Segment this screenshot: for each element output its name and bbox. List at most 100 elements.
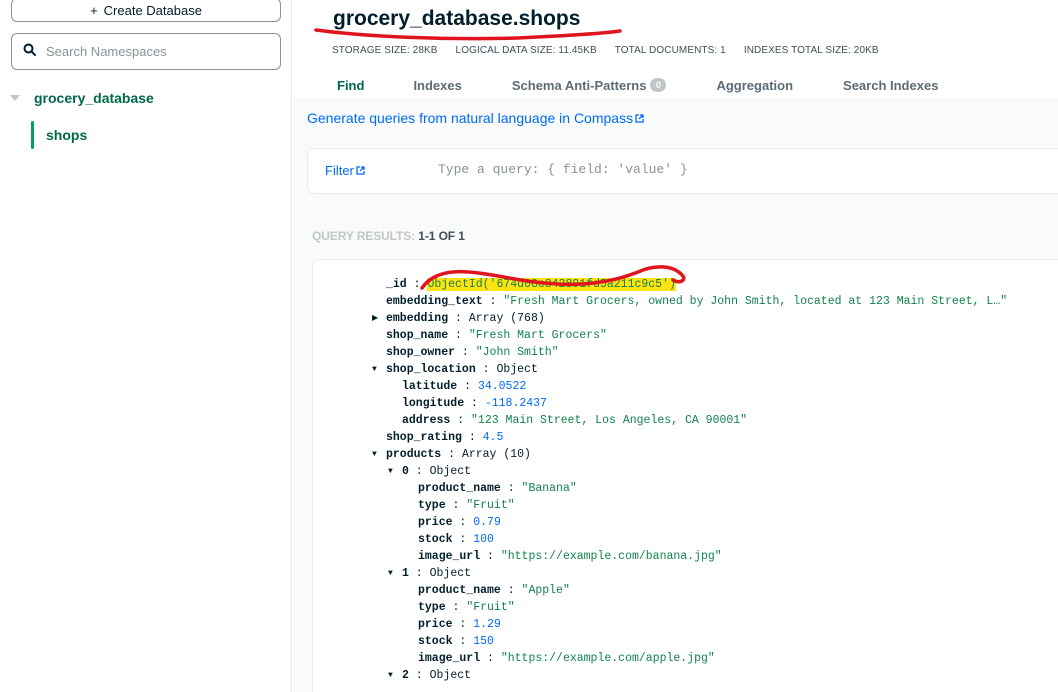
field-content: type : "Fruit" <box>418 497 515 514</box>
caret-down-icon[interactable]: ▼ <box>372 446 377 463</box>
document-field-row: stock : 100 <box>313 531 1058 548</box>
field-separator: : <box>452 516 474 529</box>
query-filter-input[interactable] <box>438 162 938 177</box>
generate-queries-link[interactable]: Generate queries from natural language i… <box>307 110 644 126</box>
field-separator: : <box>408 669 430 682</box>
field-content: image_url : "https://example.com/banana.… <box>418 548 722 565</box>
external-link-icon <box>635 110 644 126</box>
storage-size-stat: STORAGE SIZE: 28KB <box>332 45 438 56</box>
caret-right-icon[interactable]: ▶ <box>372 310 378 327</box>
document-field-row: stock : 150 <box>313 633 1058 650</box>
plus-icon: + <box>90 2 98 18</box>
caret-down-icon[interactable]: ▼ <box>372 361 377 378</box>
document-field-row: ▼ products : Array (10) <box>313 446 1058 463</box>
field-content: image_url : "https://example.com/apple.j… <box>418 650 715 667</box>
field-key: type <box>418 601 446 614</box>
count-badge: 0 <box>650 78 667 92</box>
field-key: latitude <box>402 380 458 393</box>
field-content: price : 1.29 <box>418 616 501 633</box>
external-link-icon <box>356 163 365 178</box>
field-key: longitude <box>402 397 465 410</box>
filter-link[interactable]: Filter <box>325 163 365 178</box>
create-database-button[interactable]: + Create Database <box>11 0 281 22</box>
field-content: price : 0.79 <box>418 514 501 531</box>
field-separator: : <box>455 346 476 359</box>
tab-find[interactable]: Find <box>337 73 364 97</box>
field-key: embedding <box>386 312 449 325</box>
tab-schema-anti-patterns[interactable]: Schema Anti-Patterns 0 <box>512 73 667 97</box>
field-content: product_name : "Banana" <box>418 480 577 497</box>
field-key: 0 <box>402 465 409 478</box>
field-content: 0 : Object <box>402 463 471 480</box>
collection-name: shops <box>46 127 88 143</box>
field-separator: : <box>500 482 522 495</box>
field-value: "123 Main Street, Los Angeles, CA 90001" <box>471 414 748 427</box>
filter-label: Filter <box>325 163 354 178</box>
document-fields: _id : ObjectId('674d08c342891fd5a211c9c5… <box>313 276 1058 684</box>
field-key: embedding_text <box>386 295 483 308</box>
caret-down-icon[interactable]: ▼ <box>388 463 393 480</box>
field-key: price <box>418 618 453 631</box>
field-value: -118.2437 <box>484 397 547 410</box>
generate-queries-label: Generate queries from natural language i… <box>307 110 634 126</box>
field-separator: : <box>448 329 469 342</box>
collection-tabs: Find Indexes Schema Anti-Patterns 0 Aggr… <box>308 73 938 97</box>
document-field-row: ▼ 0 : Object <box>313 463 1058 480</box>
field-value: 150 <box>473 635 494 648</box>
field-value: "Apple" <box>521 584 570 597</box>
namespace-search-box[interactable] <box>11 33 281 70</box>
namespace-search-input[interactable] <box>46 44 266 59</box>
field-content: shop_name : "Fresh Mart Grocers" <box>386 327 607 344</box>
field-separator: : <box>450 414 472 427</box>
field-content: products : Array (10) <box>386 446 531 463</box>
field-key: products <box>386 448 442 461</box>
field-value: 1.29 <box>473 618 501 631</box>
caret-down-icon[interactable]: ▼ <box>388 565 393 582</box>
document-field-row: product_name : "Apple" <box>313 582 1058 599</box>
field-key: shop_owner <box>386 346 456 359</box>
document-field-row: ▼ 1 : Object <box>313 565 1058 582</box>
red-annotation-underline <box>314 28 622 41</box>
results-count: 1-1 OF 1 <box>418 229 465 243</box>
chevron-down-icon[interactable] <box>10 95 20 101</box>
sidebar: + Create Database grocery_database shops <box>0 0 292 692</box>
tab-aggregation[interactable]: Aggregation <box>716 73 793 97</box>
field-content: shop_owner : "John Smith" <box>386 344 559 361</box>
field-key: shop_name <box>386 329 449 342</box>
document-field-row: shop_name : "Fresh Mart Grocers" <box>313 327 1058 344</box>
field-key: type <box>418 499 446 512</box>
field-content: stock : 100 <box>418 531 494 548</box>
field-key: 2 <box>402 669 409 682</box>
field-value: "Fruit" <box>466 499 515 512</box>
field-key: product_name <box>418 584 501 597</box>
field-value: Object <box>429 669 472 682</box>
field-key: shop_rating <box>386 431 462 444</box>
sidebar-item-collection[interactable]: shops <box>31 121 87 149</box>
create-database-label: Create Database <box>103 2 202 18</box>
field-content: 1 : Object <box>402 565 471 582</box>
document-field-row: type : "Fruit" <box>313 599 1058 616</box>
field-value: 34.0522 <box>477 380 527 393</box>
field-key: price <box>418 516 453 529</box>
indexes-size-stat: INDEXES TOTAL SIZE: 20KB <box>743 45 879 56</box>
field-separator: : <box>475 363 497 376</box>
field-key: image_url <box>418 550 481 563</box>
document-field-row: price : 1.29 <box>313 616 1058 633</box>
field-content: 2 : Object <box>402 667 471 684</box>
field-key: product_name <box>418 482 501 495</box>
field-key: image_url <box>418 652 481 665</box>
tab-search-indexes[interactable]: Search Indexes <box>843 73 938 97</box>
field-separator: : <box>482 295 504 308</box>
field-value: Object <box>429 567 472 580</box>
field-key: stock <box>418 533 453 546</box>
document-field-row: address : "123 Main Street, Los Angeles,… <box>313 412 1058 429</box>
field-separator: : <box>448 312 469 325</box>
caret-down-icon[interactable]: ▼ <box>388 667 393 684</box>
document-field-row: ▶ embedding : Array (768) <box>313 310 1058 327</box>
tab-indexes[interactable]: Indexes <box>413 73 461 97</box>
field-value: "Fresh Mart Grocers" <box>468 329 607 342</box>
field-content: stock : 150 <box>418 633 494 650</box>
field-content: shop_location : Object <box>386 361 538 378</box>
sidebar-item-database[interactable]: grocery_database <box>10 88 154 108</box>
field-separator: : <box>408 567 430 580</box>
